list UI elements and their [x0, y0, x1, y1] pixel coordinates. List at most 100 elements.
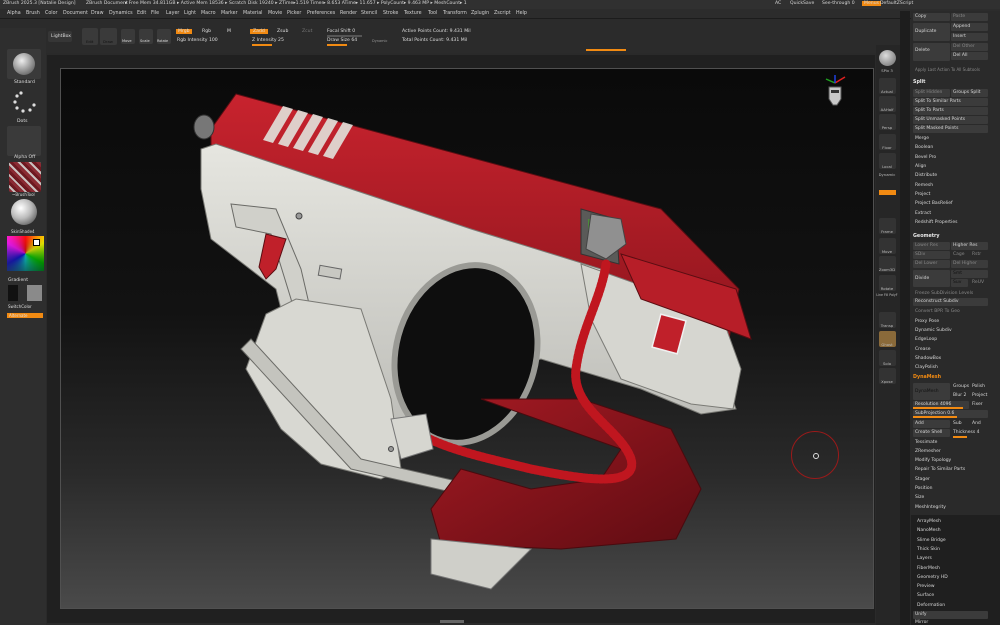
secondary-color-swatch[interactable]	[8, 285, 18, 301]
polish-toggle[interactable]: Polish	[972, 384, 985, 389]
lightbox-button[interactable]: LightBox	[48, 31, 72, 42]
zremesher-section[interactable]: ZRemesher	[915, 449, 941, 454]
blur-slider[interactable]: Blur 2	[953, 393, 966, 398]
switch-color-button[interactable]: SwitchColor	[8, 304, 32, 309]
menu-marker[interactable]: Marker	[221, 11, 238, 16]
geometry-hd-section[interactable]: Geometry HD	[917, 575, 948, 580]
alpha-thumbnail[interactable]	[7, 126, 41, 156]
boolean-section[interactable]: Boolean	[915, 145, 933, 150]
draw-size-slider[interactable]: Draw Size 64	[327, 38, 357, 43]
material-thumbnail[interactable]	[7, 199, 41, 229]
size-section[interactable]: Size	[915, 495, 924, 500]
move-mode-button[interactable]: Move	[121, 29, 135, 44]
mrgb-button[interactable]: Mrgb	[176, 29, 192, 34]
menu-transform[interactable]: Transform	[443, 11, 467, 16]
rstr-button[interactable]: Rstr	[972, 252, 981, 257]
menu-preferences[interactable]: Preferences	[307, 11, 335, 16]
proxy-pose-section[interactable]: Proxy Pose	[915, 319, 939, 324]
gradient-label[interactable]: Gradient	[8, 278, 28, 283]
menu-brush[interactable]: Brush	[26, 11, 40, 16]
fibermesh-section[interactable]: FiberMesh	[917, 566, 940, 571]
texture-thumbnail[interactable]	[9, 162, 41, 192]
menu-document[interactable]: Document	[63, 11, 88, 16]
dynamic-subdiv-section[interactable]: Dynamic Subdiv	[915, 328, 952, 333]
sub-button[interactable]: Sub	[953, 421, 962, 426]
tray-divider[interactable]	[900, 11, 910, 625]
color-picker[interactable]	[7, 236, 44, 271]
primary-color-swatch[interactable]	[27, 285, 42, 301]
menu-layer[interactable]: Layer	[166, 11, 179, 16]
repair-similar-section[interactable]: Repair To Similar Parts	[915, 467, 965, 472]
brush-thumbnail[interactable]	[7, 49, 41, 79]
merge-section[interactable]: Merge	[915, 136, 929, 141]
sym-indicator[interactable]	[879, 190, 896, 195]
dynamic-button[interactable]: Dynamic	[372, 39, 387, 43]
cage-button[interactable]: Cage	[953, 252, 965, 257]
rgb-button[interactable]: Rgb	[202, 29, 211, 34]
crease-section[interactable]: Crease	[915, 347, 931, 352]
m-button[interactable]: M	[227, 29, 231, 34]
split-header[interactable]: Split	[913, 80, 988, 87]
surface-section[interactable]: Surface	[917, 593, 934, 598]
menu-tool[interactable]: Tool	[428, 11, 437, 16]
ac-label[interactable]: AC	[775, 1, 781, 6]
menu-render[interactable]: Render	[340, 11, 357, 16]
zadd-button[interactable]: Zadd	[250, 29, 268, 34]
thickness-slider[interactable]: Thickness 4	[953, 430, 980, 435]
bevel-pro-section[interactable]: Bevel Pro	[915, 155, 936, 160]
extract-section[interactable]: Extract	[915, 211, 931, 216]
stroke-thumbnail[interactable]	[7, 88, 41, 118]
menu-color[interactable]: Color	[45, 11, 58, 16]
thick-skin-section[interactable]: Thick Skin	[917, 547, 940, 552]
seethrough-slider[interactable]: See-through 0	[822, 1, 855, 6]
fixer-toggle[interactable]: Fixer	[972, 402, 983, 407]
project-section[interactable]: Project	[915, 192, 930, 197]
menus-button[interactable]: Menus	[862, 1, 882, 6]
freeze-subdiv-button[interactable]: Freeze SubDivision Levels	[915, 291, 973, 296]
shadowbox-section[interactable]: ShadowBox	[915, 356, 941, 361]
default-zscript-button[interactable]: DefaultZScript	[880, 1, 913, 6]
zcut-button[interactable]: Zcut	[302, 29, 312, 34]
layers-section[interactable]: Layers	[917, 556, 932, 561]
focal-shift-slider[interactable]: Focal Shift 0	[327, 29, 355, 34]
position-section[interactable]: Position	[915, 486, 933, 491]
dynamesh-header[interactable]: DynaMesh	[913, 375, 988, 382]
menu-zplugin[interactable]: Zplugin	[471, 11, 489, 16]
dynamesh-project-toggle[interactable]: Project	[972, 393, 987, 398]
menu-material[interactable]: Material	[243, 11, 263, 16]
menu-movie[interactable]: Movie	[268, 11, 282, 16]
rotate-mode-button[interactable]: Rotate	[157, 29, 171, 44]
menu-light[interactable]: Light	[184, 11, 196, 16]
slime-bridge-section[interactable]: Slime Bridge	[917, 538, 946, 543]
menu-zscript[interactable]: Zscript	[494, 11, 511, 16]
modify-topology-section[interactable]: Modify Topology	[915, 458, 951, 463]
menu-file[interactable]: File	[151, 11, 159, 16]
menu-texture[interactable]: Texture	[404, 11, 422, 16]
groups-toggle[interactable]: Groups	[953, 384, 969, 389]
navigation-gizmo[interactable]	[823, 75, 847, 109]
stager-section[interactable]: Stager	[915, 477, 930, 482]
deformation-section[interactable]: Deformation	[917, 603, 945, 608]
zsub-button[interactable]: Zsub	[277, 29, 288, 34]
menu-draw[interactable]: Draw	[91, 11, 104, 16]
and-button[interactable]: And	[972, 421, 981, 426]
meshintegrity-section[interactable]: MeshIntegrity	[915, 505, 946, 510]
menu-alpha[interactable]: Alpha	[7, 11, 21, 16]
main-color-swatch[interactable]	[33, 239, 40, 246]
menu-stencil[interactable]: Stencil	[361, 11, 377, 16]
spix-icon[interactable]	[879, 50, 896, 66]
bottom-shelf-handle[interactable]	[440, 620, 464, 623]
edit-mode-button[interactable]: Edit	[82, 28, 98, 45]
preview-section[interactable]: Preview	[917, 584, 935, 589]
edgeloop-section[interactable]: EdgeLoop	[915, 337, 937, 342]
nanomesh-section[interactable]: NanoMesh	[917, 528, 941, 533]
reuv-button[interactable]: ReUV	[972, 280, 984, 285]
tessimate-section[interactable]: Tessimate	[915, 440, 937, 445]
quicksave-button[interactable]: QuickSave	[790, 1, 814, 6]
align-section[interactable]: Align	[915, 164, 926, 169]
arraymesh-section[interactable]: ArrayMesh	[917, 519, 941, 524]
project-basrelief-section[interactable]: Project BasRelief	[915, 201, 953, 206]
menu-help[interactable]: Help	[516, 11, 527, 16]
menu-macro[interactable]: Macro	[201, 11, 216, 16]
rgb-intensity-slider[interactable]: Rgb Intensity 100	[177, 38, 218, 43]
